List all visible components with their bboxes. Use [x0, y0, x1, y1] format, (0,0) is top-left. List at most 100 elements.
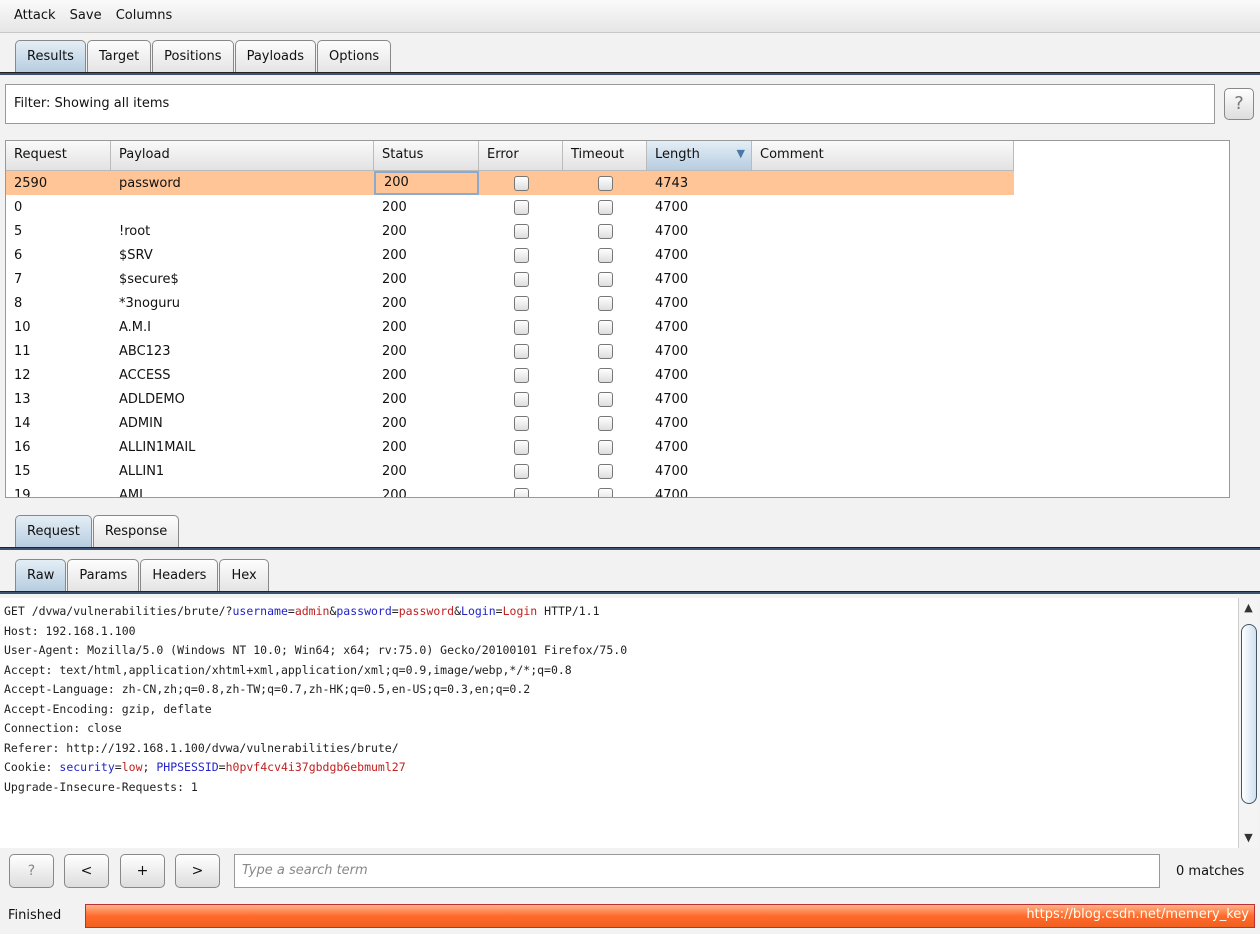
column-header-payload[interactable]: Payload: [111, 141, 374, 170]
scroll-up-icon[interactable]: ▲: [1239, 598, 1258, 618]
table-row[interactable]: 12 ACCESS 200 4700: [6, 363, 1014, 387]
checkbox[interactable]: [513, 343, 529, 359]
table-row[interactable]: 7 $secure$ 200 4700: [6, 267, 1014, 291]
checkbox[interactable]: [597, 199, 613, 215]
checkbox[interactable]: [597, 439, 613, 455]
raw-request-editor[interactable]: GET /dvwa/vulnerabilities/brute/?usernam…: [0, 598, 1238, 848]
cell-status: 200: [382, 463, 407, 479]
cell-status: 200: [382, 367, 407, 383]
column-label: Status: [382, 147, 424, 162]
checkbox[interactable]: [513, 247, 529, 263]
search-previous-button[interactable]: <: [64, 854, 109, 888]
table-row[interactable]: 16 ALLIN1MAIL 200 4700: [6, 435, 1014, 459]
tab-response[interactable]: Response: [92, 515, 180, 547]
cell-status: 200: [382, 415, 407, 431]
checkbox[interactable]: [597, 319, 613, 335]
tab-raw[interactable]: Raw: [15, 559, 67, 591]
table-row[interactable]: 13 ADLDEMO 200 4700: [6, 387, 1014, 411]
checkbox[interactable]: [513, 415, 529, 431]
tab-positions[interactable]: Positions: [152, 40, 234, 72]
tab-hex[interactable]: Hex: [219, 559, 269, 591]
cell-payload: $secure$: [119, 271, 179, 287]
request-line: Accept: text/html,application/xhtml+xml,…: [4, 661, 1234, 681]
table-row[interactable]: 6 $SRV 200 4700: [6, 243, 1014, 267]
cell-request: 19: [14, 487, 31, 498]
checkbox[interactable]: [513, 439, 529, 455]
checkbox[interactable]: [597, 247, 613, 263]
checkbox[interactable]: [597, 487, 613, 497]
table-row[interactable]: 2590 password 200 4743: [6, 171, 1014, 195]
param-name: password: [336, 604, 392, 618]
checkbox[interactable]: [513, 199, 529, 215]
checkbox-cell: [479, 343, 563, 359]
filter-bar[interactable]: Filter: Showing all items: [5, 84, 1215, 124]
checkbox[interactable]: [513, 391, 529, 407]
cell-payload: A.M.I: [119, 319, 151, 335]
menu-columns[interactable]: Columns: [116, 8, 173, 23]
checkbox[interactable]: [513, 295, 529, 311]
table-row[interactable]: 5 !root 200 4700: [6, 219, 1014, 243]
checkbox[interactable]: [597, 463, 613, 479]
tab-target[interactable]: Target: [86, 40, 152, 72]
column-header-status[interactable]: Status: [374, 141, 479, 170]
tab-options[interactable]: Options: [317, 40, 392, 72]
column-header-length[interactable]: Length ▼: [647, 141, 752, 170]
sort-descending-icon[interactable]: ▼: [737, 147, 745, 160]
cell-status: 200: [382, 439, 407, 455]
watermark: https://blog.csdn.net/memery_key: [1026, 907, 1249, 922]
checkbox-cell: [563, 295, 647, 311]
column-header-comment[interactable]: Comment: [752, 141, 1014, 170]
scroll-thumb[interactable]: [1241, 624, 1257, 804]
column-header-error[interactable]: Error: [479, 141, 563, 170]
request-scrollbar[interactable]: ▲ ▼: [1238, 598, 1258, 848]
request-text: GET /dvwa/vulnerabilities/brute/?: [4, 604, 233, 618]
table-row[interactable]: 19 AMI 200 4700: [6, 483, 1014, 498]
search-add-button[interactable]: +: [120, 854, 165, 888]
checkbox[interactable]: [597, 295, 613, 311]
request-text: Host: 192.168.1.100: [4, 623, 136, 638]
checkbox[interactable]: [513, 223, 529, 239]
request-line: Host: 192.168.1.100: [4, 622, 1234, 642]
cell-status: 200: [382, 487, 407, 498]
checkbox[interactable]: [597, 175, 613, 191]
table-row[interactable]: 15 ALLIN1 200 4700: [6, 459, 1014, 483]
checkbox[interactable]: [513, 487, 529, 497]
cell-status: 200: [382, 295, 407, 311]
tab-payloads[interactable]: Payloads: [234, 40, 317, 72]
request-line: Accept-Language: zh-CN,zh;q=0.8,zh-TW;q=…: [4, 680, 1234, 700]
tab-headers[interactable]: Headers: [140, 559, 219, 591]
checkbox[interactable]: [597, 343, 613, 359]
request-text: Accept-Encoding: gzip, deflate: [4, 701, 212, 716]
table-row[interactable]: 11 ABC123 200 4700: [6, 339, 1014, 363]
search-input[interactable]: Type a search term: [234, 854, 1160, 888]
table-row[interactable]: 10 A.M.I 200 4700: [6, 315, 1014, 339]
table-row[interactable]: 8 *3noguru 200 4700: [6, 291, 1014, 315]
menu-save[interactable]: Save: [70, 8, 102, 23]
checkbox[interactable]: [597, 223, 613, 239]
checkbox[interactable]: [597, 415, 613, 431]
checkbox[interactable]: [513, 319, 529, 335]
column-header-timeout[interactable]: Timeout: [563, 141, 647, 170]
cell-status: 200: [382, 223, 407, 239]
checkbox[interactable]: [513, 271, 529, 287]
cell-length: 4700: [655, 439, 689, 455]
table-row[interactable]: 0 200 4700: [6, 195, 1014, 219]
checkbox[interactable]: [597, 271, 613, 287]
checkbox[interactable]: [513, 367, 529, 383]
checkbox[interactable]: [513, 463, 529, 479]
scroll-down-icon[interactable]: ▼: [1239, 828, 1258, 848]
table-row[interactable]: 14 ADMIN 200 4700: [6, 411, 1014, 435]
tab-request[interactable]: Request: [15, 515, 92, 547]
search-help-button[interactable]: ?: [9, 854, 54, 888]
help-button[interactable]: ?: [1224, 88, 1254, 120]
search-next-button[interactable]: >: [175, 854, 220, 888]
checkbox[interactable]: [597, 391, 613, 407]
tab-params[interactable]: Params: [67, 559, 140, 591]
tab-results[interactable]: Results: [15, 40, 86, 72]
cell-request: 8: [14, 295, 23, 311]
checkbox[interactable]: [513, 175, 529, 191]
checkbox[interactable]: [597, 367, 613, 383]
menu-attack[interactable]: Attack: [14, 8, 56, 23]
column-header-request[interactable]: Request: [6, 141, 111, 170]
cell-length: 4700: [655, 271, 689, 287]
